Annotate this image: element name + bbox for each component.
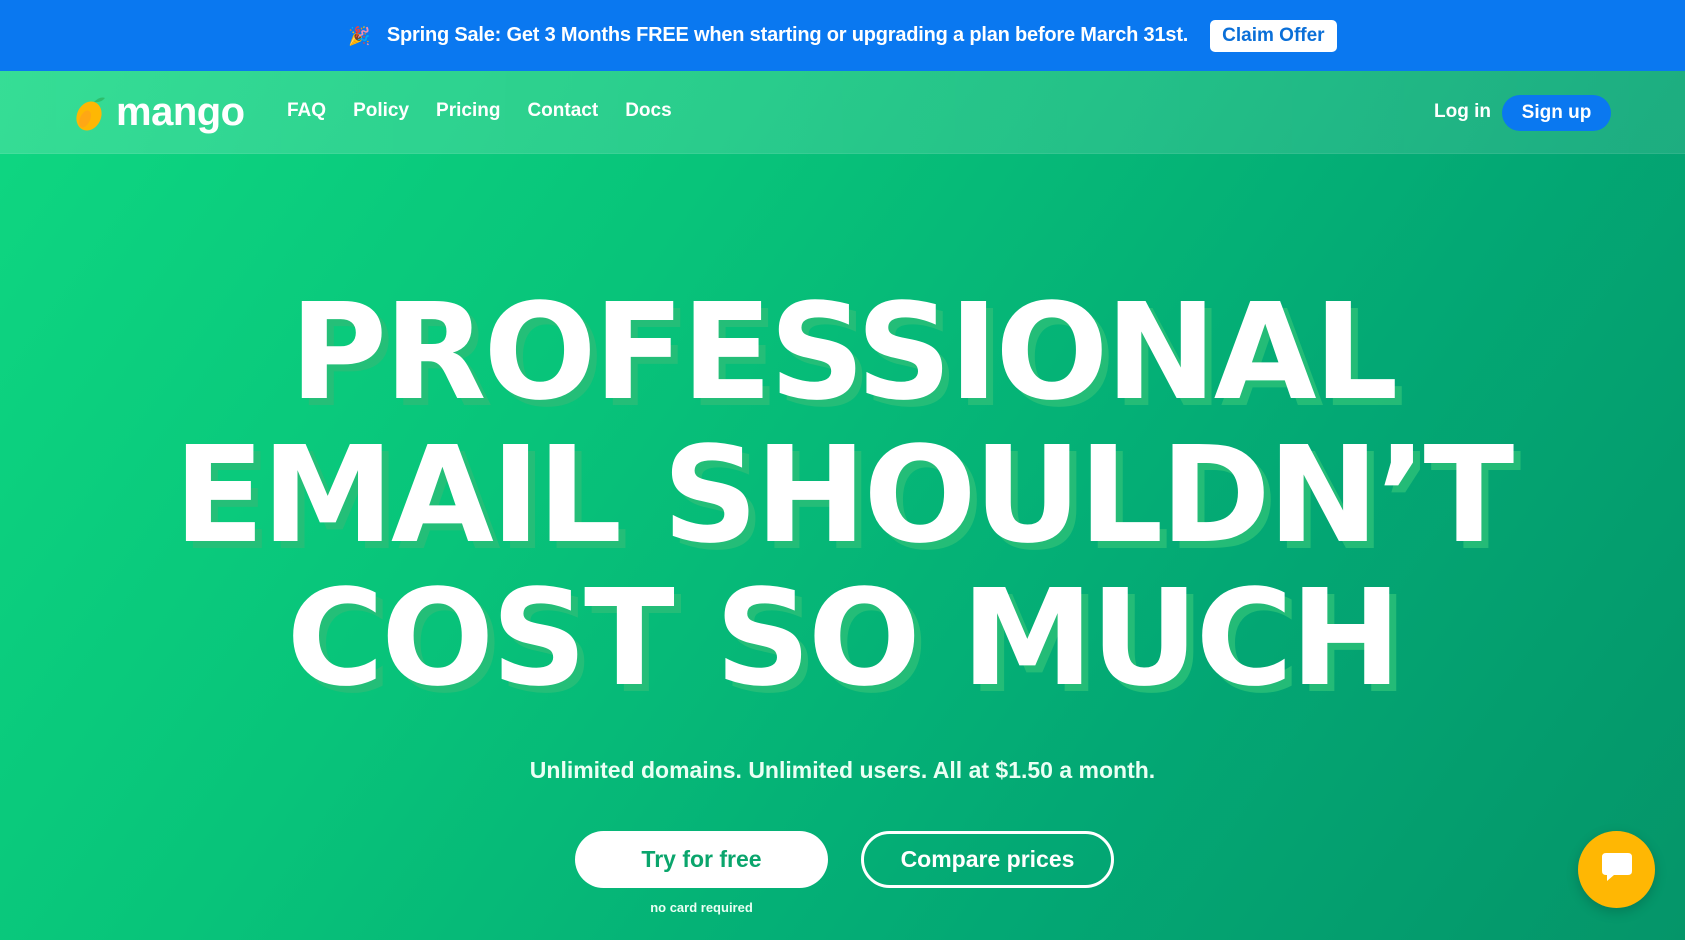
nav-link-contact[interactable]: Contact bbox=[527, 100, 598, 122]
signup-button[interactable]: Sign up bbox=[1502, 95, 1611, 131]
compare-prices-button[interactable]: Compare prices bbox=[861, 831, 1114, 888]
no-card-note: no card required bbox=[650, 900, 753, 915]
chat-widget-button[interactable] bbox=[1578, 831, 1655, 908]
logo[interactable]: mango bbox=[74, 90, 245, 135]
claim-offer-button[interactable]: Claim Offer bbox=[1210, 19, 1337, 52]
top-navigation: mango FAQ Policy Pricing Contact Docs Lo… bbox=[0, 71, 1685, 154]
nav-link-docs[interactable]: Docs bbox=[625, 100, 671, 122]
promo-banner: 🎉 Spring Sale: Get 3 Months FREE when st… bbox=[0, 0, 1685, 71]
promo-text: Spring Sale: Get 3 Months FREE when star… bbox=[386, 24, 1189, 46]
chat-bubble-icon bbox=[1600, 851, 1634, 888]
mango-logo-icon bbox=[74, 94, 106, 132]
login-link[interactable]: Log in bbox=[1434, 101, 1491, 123]
nav-link-pricing[interactable]: Pricing bbox=[436, 100, 500, 122]
logo-text: mango bbox=[116, 90, 245, 134]
nav-links: FAQ Policy Pricing Contact Docs bbox=[287, 100, 672, 122]
hero-subtitle: Unlimited domains. Unlimited users. All … bbox=[529, 757, 1156, 783]
nav-link-policy[interactable]: Policy bbox=[353, 100, 409, 122]
nav-link-faq[interactable]: FAQ bbox=[287, 100, 326, 122]
hero-title: PROFESSIONAL EMAIL SHOULDN’T COST SO MUC… bbox=[0, 282, 1685, 711]
try-for-free-button[interactable]: Try for free bbox=[575, 831, 828, 888]
hero-title-line-2: EMAIL SHOULDN’T bbox=[173, 419, 1515, 573]
hero-title-line-3: COST SO MUCH bbox=[286, 562, 1402, 716]
party-popper-icon: 🎉 bbox=[348, 25, 371, 46]
hero-title-line-1: PROFESSIONAL bbox=[289, 276, 1399, 430]
